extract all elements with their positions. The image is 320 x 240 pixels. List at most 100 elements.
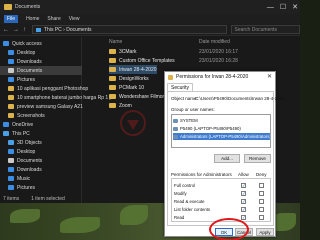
- sidebar-item[interactable]: 10 smartphone baterai jumbo harga Rp 1 j…: [0, 93, 113, 102]
- permissions-table: Full control ✓ Modify ✓ Read & execute ✓ List …: [171, 178, 271, 222]
- sidebar-item-label: Pictures: [17, 184, 36, 191]
- deny-checkbox[interactable]: [259, 183, 264, 188]
- group-item-label: Administrators (LAPTOP-P5490\Administrat…: [180, 134, 270, 139]
- file-row[interactable]: Custom Office Templates: [109, 56, 175, 65]
- sidebar-item-label: preview samsung Galaxy A21: [17, 103, 83, 110]
- column-header-date[interactable]: Date modified: [199, 37, 230, 46]
- group-item[interactable]: Administrators (LAPTOP-P5490\Administrat…: [173, 133, 270, 140]
- group-item-label: SYSTEM: [180, 118, 198, 123]
- users-icon: [173, 126, 178, 131]
- file-name: Iriwan 28-4-2020: [119, 66, 157, 73]
- file-row[interactable]: DesignWorks: [109, 74, 149, 83]
- sidebar-item[interactable]: Downloads: [0, 57, 82, 66]
- sidebar-item[interactable]: 10 aplikasi penggant Photoshop: [0, 84, 88, 93]
- item-count: 7 items: [3, 196, 20, 202]
- address-row: ← → ↑ This PC › Documents Search Documen…: [0, 24, 300, 36]
- sidebar-item[interactable]: Documents: [0, 156, 82, 165]
- file-name: DesignWorks: [119, 75, 149, 82]
- tab-share[interactable]: Share: [47, 16, 60, 22]
- back-arrow-icon[interactable]: ←: [3, 27, 9, 33]
- remove-button[interactable]: Remove: [244, 154, 271, 163]
- folder-icon: [8, 95, 14, 100]
- sidebar-item[interactable]: Desktop: [0, 147, 82, 156]
- permission-name: Modify: [174, 191, 187, 196]
- tab-security[interactable]: Security: [167, 83, 194, 91]
- sidebar-item[interactable]: Pictures: [0, 183, 82, 192]
- folder-icon: [8, 104, 14, 109]
- sidebar-item[interactable]: Documents: [0, 66, 82, 75]
- dialog-close-button[interactable]: ✕: [267, 73, 272, 80]
- folder-icon: [109, 103, 116, 108]
- column-header-name[interactable]: Name: [109, 37, 122, 46]
- tab-home[interactable]: Home: [26, 16, 39, 22]
- leaf-decoration: [10, 209, 40, 223]
- tab-view[interactable]: View: [69, 16, 80, 22]
- file-row[interactable]: PCMark 10: [109, 83, 144, 92]
- sidebar-item[interactable]: 3D Objects: [0, 138, 82, 147]
- object-name-value: C:\Users\P5490\Documents\Irwan 28-4-2020: [195, 96, 285, 101]
- tab-file[interactable]: File: [4, 15, 19, 23]
- deny-checkbox[interactable]: [259, 207, 264, 212]
- watermark-logo-icon: [120, 110, 146, 136]
- sidebar-item-label: This PC: [12, 130, 30, 137]
- file-name: Wondershare Filmora: [119, 93, 167, 100]
- file-row[interactable]: Iriwan 28-4-2020: [109, 65, 157, 74]
- add-button[interactable]: Add...: [214, 154, 240, 163]
- folder-icon: [109, 85, 116, 90]
- group-item[interactable]: P5490 (LAPTOP-P5490\P5490): [173, 125, 270, 132]
- file-row[interactable]: Wondershare Filmora: [109, 92, 167, 101]
- sidebar-item[interactable]: Desktop: [0, 48, 82, 57]
- group-item-label: P5490 (LAPTOP-P5490\P5490): [180, 126, 241, 131]
- allow-checkbox[interactable]: ✓: [241, 215, 246, 220]
- allow-checkbox[interactable]: ✓: [241, 199, 246, 204]
- deny-checkbox[interactable]: [259, 191, 264, 196]
- desktop-icon: [8, 149, 14, 154]
- folder-icon: [109, 94, 116, 99]
- sidebar-item[interactable]: OneDrive: [0, 120, 82, 129]
- up-arrow-icon[interactable]: ↑: [23, 27, 26, 33]
- sidebar-item[interactable]: Screenshots: [0, 111, 82, 120]
- pc-icon: [36, 27, 41, 32]
- sidebar-item-label: 10 aplikasi penggant Photoshop: [17, 85, 89, 92]
- sidebar-item[interactable]: preview samsung Galaxy A21: [0, 102, 83, 111]
- sidebar-item-label: Music: [17, 175, 31, 182]
- allow-checkbox[interactable]: ✓: [241, 207, 246, 212]
- cloud-icon: [3, 122, 9, 127]
- sidebar-item-label: Documents: [17, 157, 43, 164]
- pictures-icon: [8, 185, 14, 190]
- allow-checkbox[interactable]: ✓: [241, 183, 246, 188]
- nav-buttons: ← → ↑: [0, 27, 26, 33]
- 3d-objects-icon: [8, 140, 14, 145]
- minimize-button[interactable]: —: [267, 4, 274, 11]
- ok-highlight-circle: [209, 218, 249, 240]
- sidebar-item[interactable]: Music: [0, 174, 82, 183]
- file-name: Custom Office Templates: [119, 57, 175, 64]
- documents-icon: [8, 158, 14, 163]
- sidebar-item-label: 3D Objects: [17, 139, 42, 146]
- sidebar-item-label: Downloads: [17, 166, 42, 173]
- forward-arrow-icon[interactable]: →: [13, 27, 19, 33]
- sidebar-item[interactable]: Quick access: [0, 39, 82, 48]
- close-button[interactable]: ✕: [292, 3, 298, 11]
- star-icon: [3, 41, 9, 46]
- dialog-title-bar: Permissions for Irwan 28-4-2020: [165, 72, 277, 82]
- maximize-button[interactable]: ☐: [280, 3, 286, 11]
- window-title: Documents: [15, 4, 41, 10]
- sidebar-item-label: Quick access: [12, 40, 42, 47]
- apply-button[interactable]: Apply: [256, 228, 274, 236]
- music-icon: [8, 176, 14, 181]
- permission-name: List folder contents: [174, 207, 211, 212]
- address-bar[interactable]: This PC › Documents: [32, 25, 227, 34]
- deny-checkbox[interactable]: [259, 199, 264, 204]
- allow-checkbox[interactable]: ✓: [241, 191, 246, 196]
- sidebar-item[interactable]: Downloads: [0, 165, 82, 174]
- deny-checkbox[interactable]: [259, 215, 264, 220]
- sidebar-item-label: Desktop: [17, 148, 36, 155]
- pc-icon: [3, 131, 9, 136]
- folder-icon: [109, 67, 116, 72]
- group-item[interactable]: SYSTEM: [173, 117, 270, 124]
- search-input[interactable]: Search Documents: [230, 25, 300, 34]
- sidebar-item[interactable]: Pictures: [0, 75, 82, 84]
- sidebar-item[interactable]: This PC: [0, 129, 82, 138]
- file-row[interactable]: 3CMark: [109, 47, 137, 56]
